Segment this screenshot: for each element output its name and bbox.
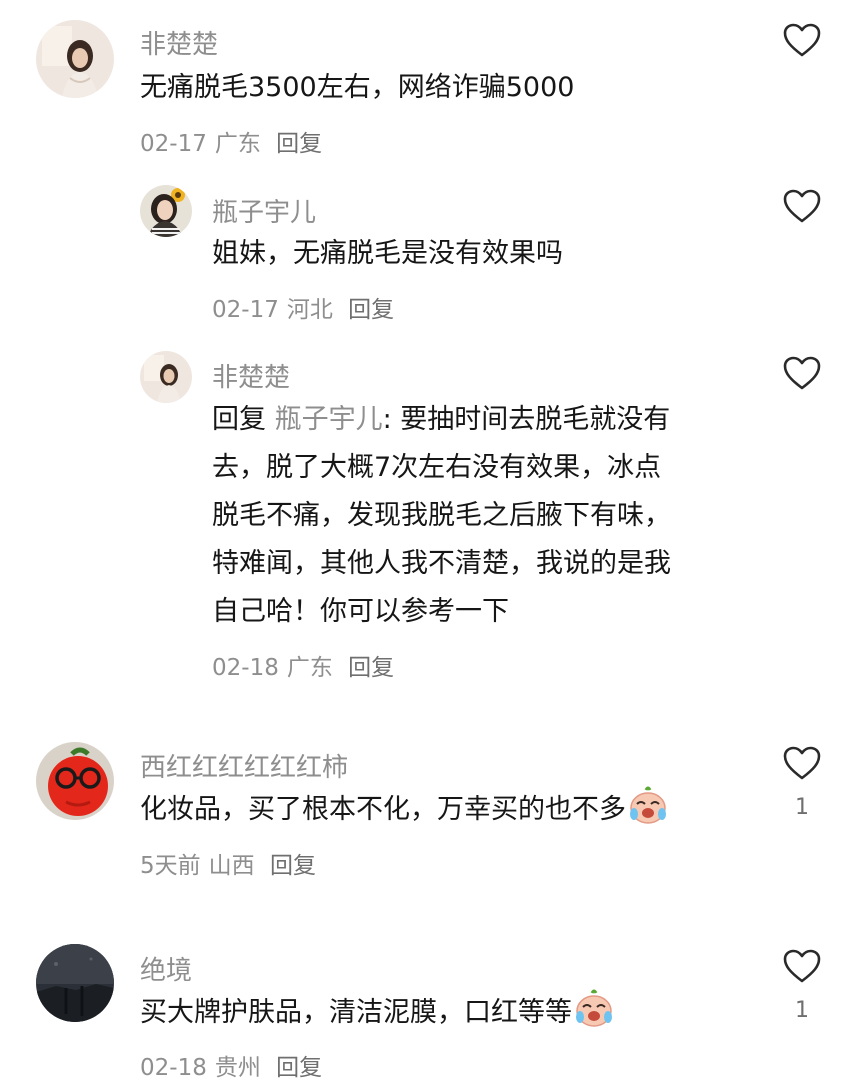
reply-to-username[interactable]: 瓶子宇儿 bbox=[275, 404, 383, 435]
avatar[interactable] bbox=[36, 742, 114, 820]
reply-text-line: 特难闻，其他人我不清楚，我说的是我 bbox=[212, 548, 671, 579]
reply-button[interactable]: 回复 bbox=[348, 655, 394, 681]
reply-username[interactable]: 非楚楚 bbox=[212, 357, 290, 394]
comment-location: 山西 bbox=[208, 853, 255, 879]
reply-button[interactable]: 回复 bbox=[270, 853, 316, 879]
reply-username[interactable]: 瓶子宇儿 bbox=[212, 192, 316, 229]
comment-meta: 5天前 山西 回复 bbox=[140, 846, 324, 880]
comment-location: 广东 bbox=[214, 131, 261, 157]
like-button[interactable]: 1 bbox=[781, 948, 823, 1023]
comment-date: 02-17 bbox=[140, 131, 207, 157]
avatar[interactable] bbox=[140, 185, 192, 237]
comment-text-content: 买大牌护肤品，清洁泥膜，口红等等 bbox=[140, 997, 572, 1028]
reply-text: 回复 瓶子宇儿: 要抽时间去脱毛就没有 去，脱了大概7次左右没有效果，冰点 脱毛… bbox=[212, 396, 752, 636]
heart-outline-icon bbox=[783, 746, 821, 780]
comment-meta: 02-18 贵州 回复 bbox=[140, 1048, 330, 1082]
comment-username[interactable]: 西红红红红红红柿 bbox=[140, 747, 348, 784]
like-count: 1 bbox=[795, 795, 809, 820]
like-button[interactable] bbox=[781, 188, 823, 224]
reply-text-line: 去，脱了大概7次左右没有效果，冰点 bbox=[212, 452, 662, 483]
comment-location: 贵州 bbox=[214, 1055, 261, 1081]
comment-text: 无痛脱毛3500左右，网络诈骗5000 bbox=[140, 72, 575, 103]
crying-face-emoji-icon bbox=[574, 989, 614, 1043]
reply-text-line: 脱毛不痛，发现我脱毛之后腋下有味， bbox=[212, 500, 671, 531]
comment-meta: 02-17 广东 回复 bbox=[140, 124, 330, 158]
reply-text-line: : 要抽时间去脱毛就没有 bbox=[382, 404, 671, 435]
like-button[interactable] bbox=[781, 22, 823, 58]
heart-outline-icon bbox=[783, 189, 821, 223]
reply-prefix: 回复 bbox=[212, 404, 266, 435]
reply-date: 02-18 bbox=[212, 655, 279, 681]
reply-text-line: 自己哈！你可以参考一下 bbox=[212, 596, 509, 627]
like-button[interactable] bbox=[781, 355, 823, 391]
reply-meta: 02-18 广东 回复 bbox=[212, 648, 402, 682]
comment-text: 买大牌护肤品，清洁泥膜，口红等等 bbox=[140, 989, 614, 1043]
reply-location: 河北 bbox=[286, 297, 333, 323]
heart-outline-icon bbox=[783, 949, 821, 983]
reply-button[interactable]: 回复 bbox=[348, 297, 394, 323]
comment-date: 5天前 bbox=[140, 853, 201, 879]
heart-outline-icon bbox=[783, 356, 821, 390]
reply-button[interactable]: 回复 bbox=[276, 131, 322, 157]
avatar[interactable] bbox=[36, 20, 114, 98]
reply-text: 姐妹，无痛脱毛是没有效果吗 bbox=[212, 238, 563, 269]
comment-date: 02-18 bbox=[140, 1055, 207, 1081]
crying-face-emoji-icon bbox=[628, 786, 668, 840]
reply-meta: 02-17 河北 回复 bbox=[212, 290, 402, 324]
avatar[interactable] bbox=[140, 351, 192, 403]
comment-text: 化妆品，买了根本不化，万幸买的也不多 bbox=[140, 786, 668, 840]
avatar[interactable] bbox=[36, 944, 114, 1022]
comment-text-content: 化妆品，买了根本不化，万幸买的也不多 bbox=[140, 794, 626, 825]
heart-outline-icon bbox=[783, 23, 821, 57]
reply-date: 02-17 bbox=[212, 297, 279, 323]
like-button[interactable]: 1 bbox=[781, 745, 823, 820]
reply-button[interactable]: 回复 bbox=[276, 1055, 322, 1081]
like-count: 1 bbox=[795, 998, 809, 1023]
reply-location: 广东 bbox=[286, 655, 333, 681]
comment-username[interactable]: 非楚楚 bbox=[140, 24, 218, 61]
comment-username[interactable]: 绝境 bbox=[140, 950, 192, 987]
